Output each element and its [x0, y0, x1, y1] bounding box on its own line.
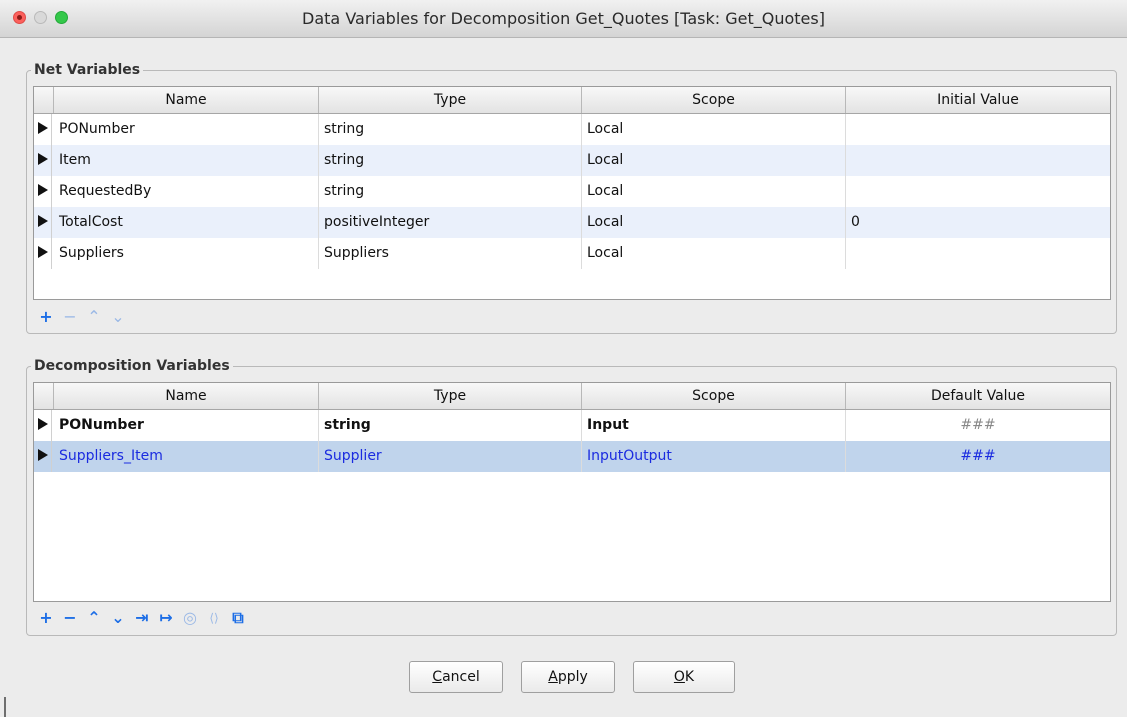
- type-cell[interactable]: positiveInteger: [319, 207, 582, 238]
- ok-button[interactable]: OK: [633, 661, 735, 693]
- mapping-icon[interactable]: ⟨⟩: [205, 608, 223, 628]
- table-header: Name Type Scope Default Value: [34, 383, 1110, 410]
- column-header-default-value[interactable]: Default Value: [846, 383, 1110, 409]
- corner-header: [34, 383, 54, 409]
- name-cell[interactable]: PONumber: [54, 410, 319, 441]
- name-cell[interactable]: TotalCost: [54, 207, 319, 238]
- table-row[interactable]: Suppliers Suppliers Local: [34, 238, 1110, 269]
- ok-label: K: [684, 669, 695, 685]
- column-header-name[interactable]: Name: [54, 383, 319, 409]
- add-icon[interactable]: +: [37, 307, 55, 327]
- row-header[interactable]: [34, 176, 52, 207]
- decomposition-variables-table[interactable]: Name Type Scope Default Value PONumber s…: [33, 382, 1111, 602]
- scope-cell[interactable]: Input: [582, 410, 846, 441]
- move-down-icon[interactable]: ⌄: [109, 608, 127, 628]
- table-row[interactable]: TotalCost positiveInteger Local 0: [34, 207, 1110, 238]
- scope-cell[interactable]: Local: [582, 176, 846, 207]
- scope-cell[interactable]: Local: [582, 145, 846, 176]
- window-edge: [4, 697, 6, 717]
- row-pointer-icon: [38, 122, 48, 134]
- map-from-net-icon[interactable]: ↦: [157, 608, 175, 628]
- column-header-name[interactable]: Name: [54, 87, 319, 113]
- row-header[interactable]: [34, 410, 52, 441]
- add-icon[interactable]: +: [37, 608, 55, 628]
- type-cell[interactable]: string: [319, 410, 582, 441]
- initial-value-cell[interactable]: [846, 238, 1110, 269]
- move-up-icon[interactable]: ⌃: [85, 608, 103, 628]
- scope-cell[interactable]: Local: [582, 207, 846, 238]
- table-header: Name Type Scope Initial Value: [34, 87, 1110, 114]
- table-row[interactable]: PONumber string Local: [34, 114, 1110, 145]
- name-cell[interactable]: Suppliers_Item: [54, 441, 319, 472]
- net-variables-toolbar: + − ⌃ ⌄: [37, 307, 157, 327]
- decomposition-variables-group: Decomposition Variables Name Type Scope …: [26, 357, 1117, 636]
- move-down-icon[interactable]: ⌄: [109, 307, 127, 327]
- type-cell[interactable]: Suppliers: [319, 238, 582, 269]
- map-to-net-icon[interactable]: ⇥: [133, 608, 151, 628]
- name-cell[interactable]: RequestedBy: [54, 176, 319, 207]
- row-pointer-icon: [38, 184, 48, 196]
- scope-cell[interactable]: Local: [582, 238, 846, 269]
- initial-value-cell[interactable]: [846, 145, 1110, 176]
- cancel-mnemonic: C: [432, 669, 443, 685]
- dialog-window: Data Variables for Decomposition Get_Quo…: [0, 0, 1127, 717]
- remove-icon[interactable]: −: [61, 608, 79, 628]
- row-header[interactable]: [34, 114, 52, 145]
- table-row[interactable]: PONumber string Input ###: [34, 410, 1110, 441]
- net-variables-table[interactable]: Name Type Scope Initial Value PONumber s…: [33, 86, 1111, 300]
- name-cell[interactable]: Suppliers: [54, 238, 319, 269]
- name-cell[interactable]: PONumber: [54, 114, 319, 145]
- row-pointer-icon: [38, 215, 48, 227]
- copy-icon[interactable]: ⧉: [229, 608, 247, 628]
- apply-mnemonic: A: [548, 669, 558, 685]
- decomposition-variables-toolbar: + − ⌃ ⌄ ⇥ ↦ ◎ ⟨⟩ ⧉: [37, 608, 317, 628]
- default-value-cell[interactable]: ###: [846, 410, 1110, 441]
- type-cell[interactable]: string: [319, 114, 582, 145]
- row-pointer-icon: [38, 153, 48, 165]
- column-header-scope[interactable]: Scope: [582, 383, 846, 409]
- net-variables-group: Net Variables Name Type Scope Initial Va…: [26, 61, 1117, 334]
- table-row[interactable]: RequestedBy string Local: [34, 176, 1110, 207]
- decomposition-variables-label: Decomposition Variables: [31, 357, 233, 375]
- remove-icon[interactable]: −: [61, 307, 79, 327]
- net-variables-label: Net Variables: [31, 61, 144, 79]
- cancel-button[interactable]: Cancel: [409, 661, 503, 693]
- apply-label: pply: [557, 669, 588, 685]
- initial-value-cell[interactable]: [846, 114, 1110, 145]
- column-header-type[interactable]: Type: [319, 383, 582, 409]
- row-pointer-icon: [38, 418, 48, 430]
- scope-cell[interactable]: InputOutput: [582, 441, 846, 472]
- type-cell[interactable]: Supplier: [319, 441, 582, 472]
- type-cell[interactable]: string: [319, 176, 582, 207]
- name-cell[interactable]: Item: [54, 145, 319, 176]
- corner-header: [34, 87, 54, 113]
- initial-value-cell[interactable]: 0: [846, 207, 1110, 238]
- column-header-scope[interactable]: Scope: [582, 87, 846, 113]
- window-title: Data Variables for Decomposition Get_Quo…: [302, 9, 825, 28]
- default-value-cell[interactable]: ###: [846, 441, 1110, 472]
- column-header-type[interactable]: Type: [319, 87, 582, 113]
- target-icon[interactable]: ◎: [181, 608, 199, 628]
- row-header[interactable]: [34, 145, 52, 176]
- move-up-icon[interactable]: ⌃: [85, 307, 103, 327]
- table-row-selected[interactable]: Suppliers_Item Supplier InputOutput ###: [34, 441, 1110, 472]
- apply-button[interactable]: Apply: [521, 661, 615, 693]
- initial-value-cell[interactable]: [846, 176, 1110, 207]
- row-pointer-icon: [38, 246, 48, 258]
- title-bar[interactable]: Data Variables for Decomposition Get_Quo…: [0, 0, 1127, 38]
- scope-cell[interactable]: Local: [582, 114, 846, 145]
- ok-mnemonic: O: [673, 669, 685, 685]
- type-cell[interactable]: string: [319, 145, 582, 176]
- row-header[interactable]: [34, 238, 52, 269]
- column-header-initial-value[interactable]: Initial Value: [846, 87, 1110, 113]
- table-row[interactable]: Item string Local: [34, 145, 1110, 176]
- row-pointer-icon: [38, 449, 48, 461]
- cancel-label: ancel: [442, 669, 480, 685]
- row-header[interactable]: [34, 441, 52, 472]
- row-header[interactable]: [34, 207, 52, 238]
